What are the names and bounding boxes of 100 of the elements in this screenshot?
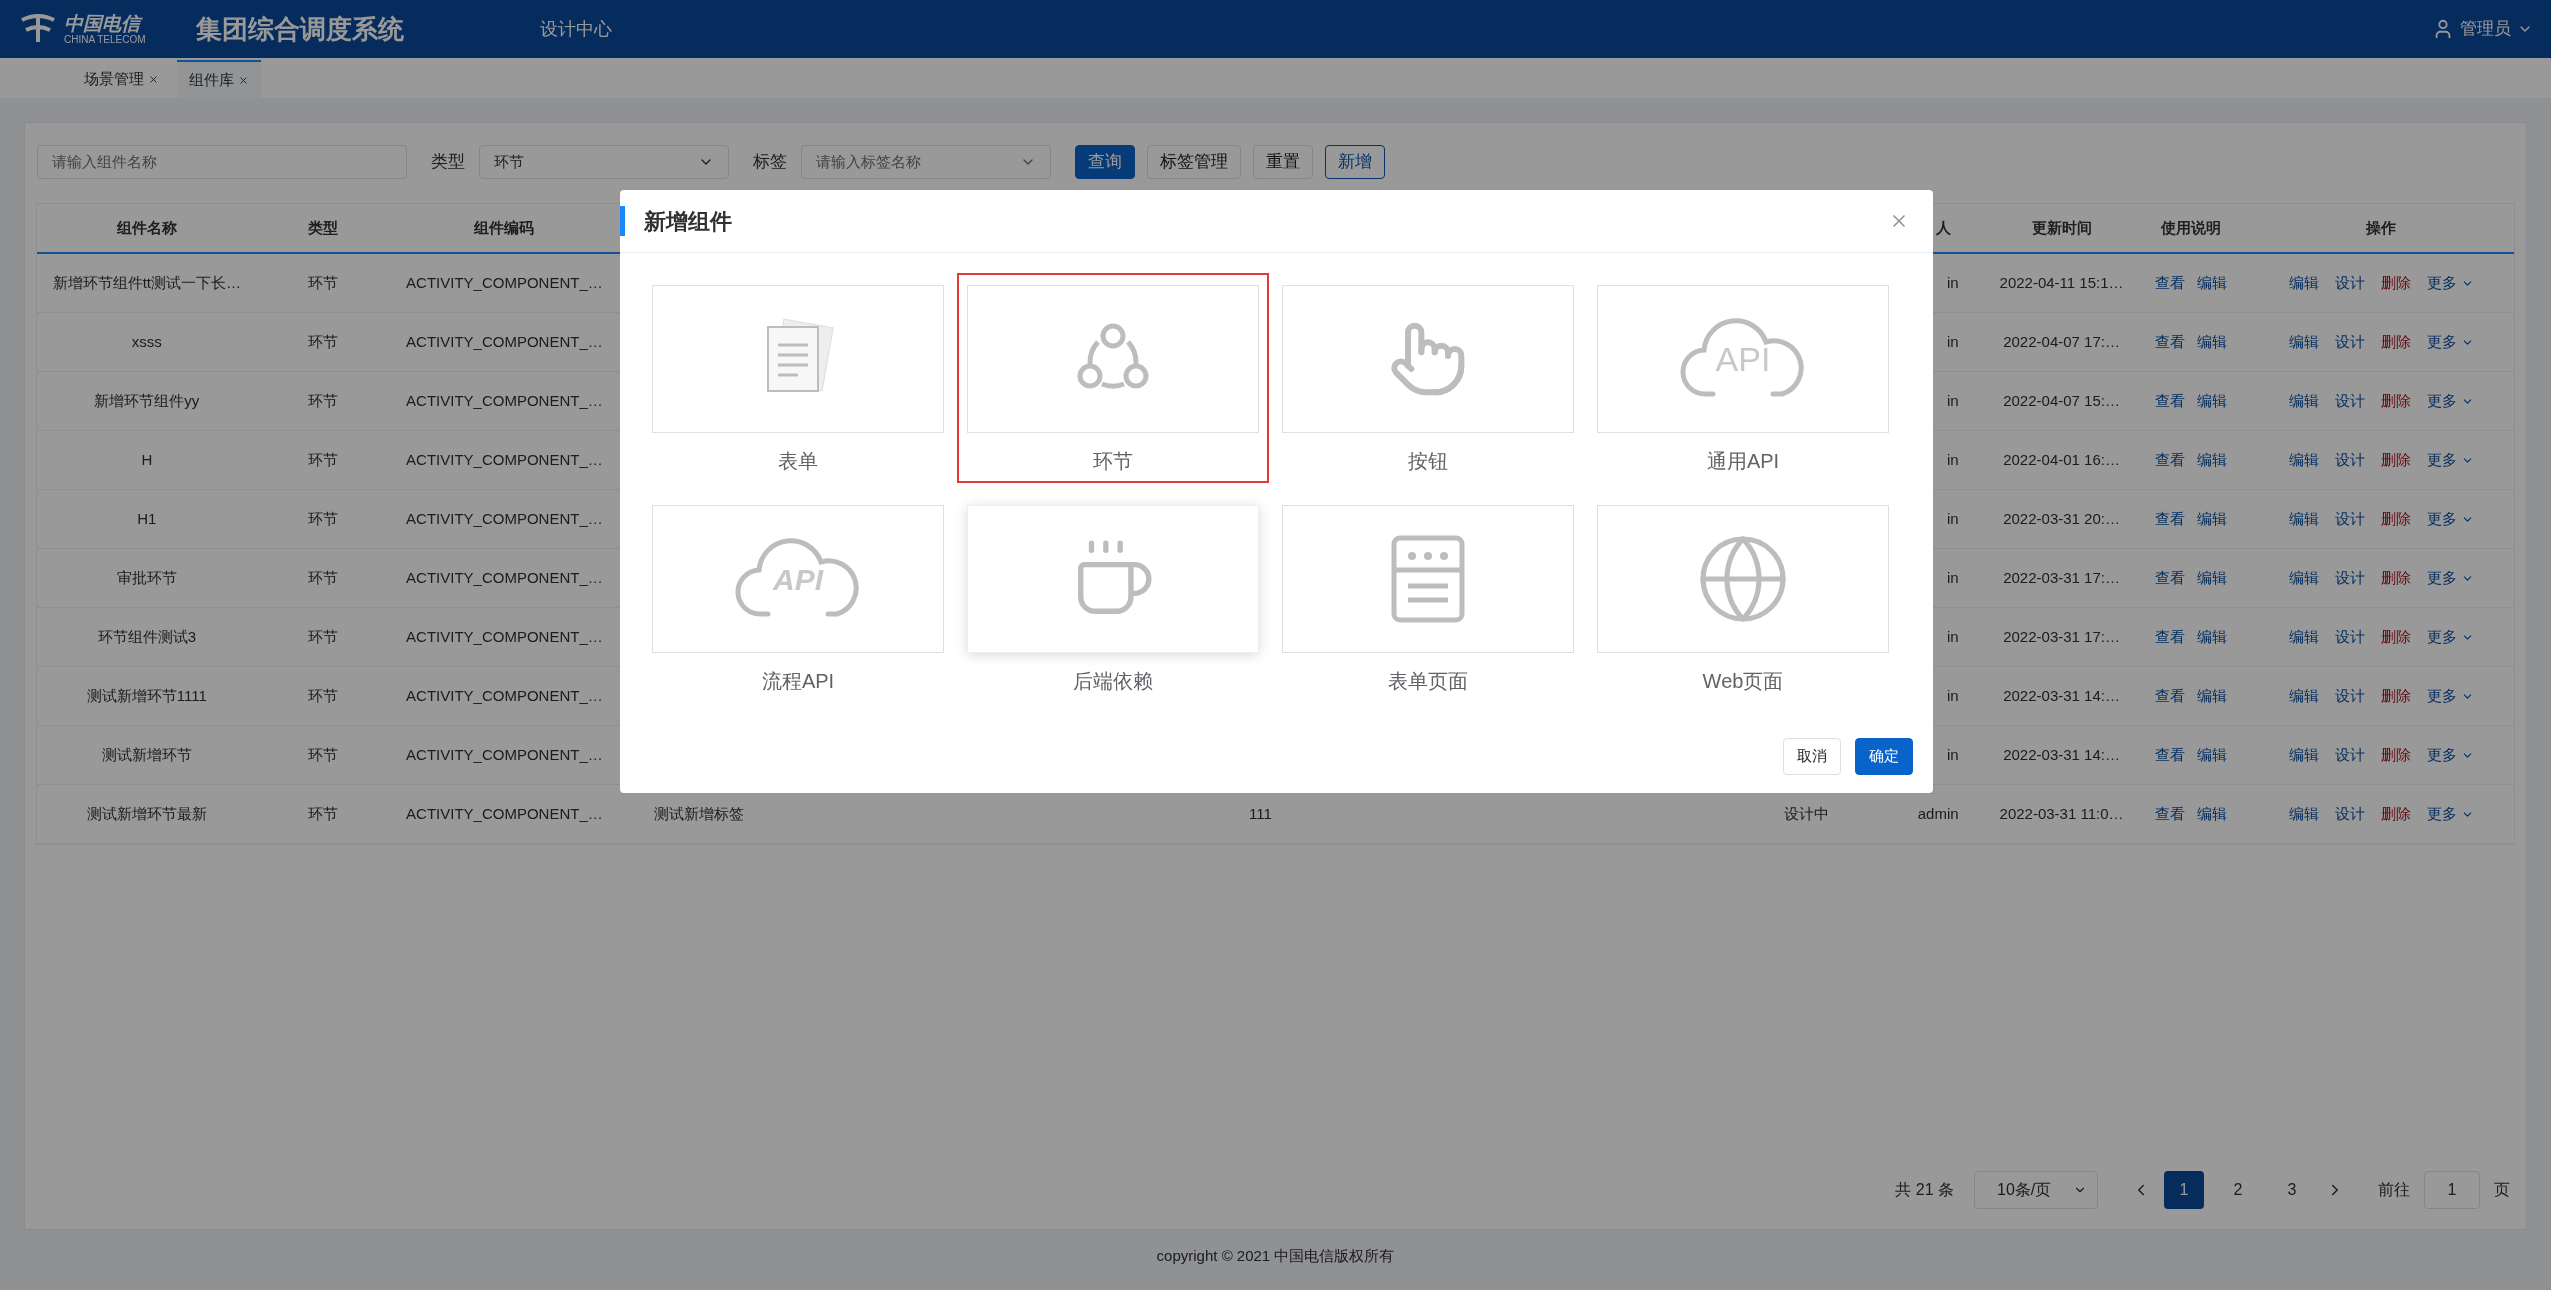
table-cell-text: 111 — [1249, 803, 1272, 824]
help-link[interactable]: 查看 — [2155, 389, 2186, 413]
help-link[interactable]: 查看 — [2155, 684, 2186, 708]
action-link[interactable]: 设计 — [2334, 389, 2365, 413]
table-cell-text: 环节 — [307, 508, 338, 529]
action-link[interactable]: 设计 — [2334, 743, 2365, 767]
filter-button[interactable]: 重置 — [1253, 145, 1313, 179]
component-type-option[interactable]: 后端依赖 — [957, 493, 1269, 703]
action-link[interactable]: 设计 — [2334, 684, 2365, 708]
action-link[interactable]: 编辑 — [2288, 389, 2319, 413]
table-cell-text: 环节 — [307, 449, 338, 470]
action-link[interactable]: 编辑 — [2288, 566, 2319, 590]
help-link[interactable]: 查看 — [2155, 743, 2186, 767]
help-link[interactable]: 查看 — [2155, 271, 2186, 295]
filter-button[interactable]: 标签管理 — [1147, 145, 1241, 179]
tag-select[interactable]: 请输入标签名称 — [801, 145, 1051, 179]
delete-link[interactable]: 删除 — [2380, 684, 2411, 708]
delete-link[interactable]: 删除 — [2380, 448, 2411, 472]
help-link[interactable]: 查看 — [2155, 802, 2186, 826]
help-link[interactable]: 查看 — [2155, 330, 2186, 354]
page-tab[interactable]: 场景管理 — [72, 60, 171, 98]
page-number[interactable]: 2 — [2218, 1171, 2258, 1209]
page-tab[interactable]: 组件库 — [177, 60, 261, 98]
more-link[interactable]: 更多 — [2426, 389, 2474, 413]
name-search-field[interactable]: 请输入组件名称 — [37, 145, 407, 179]
help-link[interactable]: 编辑 — [2197, 271, 2228, 295]
component-type-option[interactable]: 按钮 — [1272, 273, 1584, 483]
close-icon[interactable] — [148, 73, 159, 85]
close-icon[interactable] — [238, 74, 249, 86]
table-cell-text: 2022-03-31 20:… — [2003, 508, 2120, 529]
help-link[interactable]: 查看 — [2155, 625, 2186, 649]
component-type-option[interactable]: 环节 — [957, 273, 1269, 483]
help-link[interactable]: 编辑 — [2197, 389, 2228, 413]
action-link[interactable]: 编辑 — [2288, 448, 2319, 472]
column-header: 组件编码 — [473, 217, 536, 238]
action-link[interactable]: 设计 — [2334, 507, 2365, 531]
action-link[interactable]: 编辑 — [2288, 684, 2319, 708]
table-cell-text: ACTIVITY_COMPONENT_… — [406, 803, 603, 824]
action-link[interactable]: 编辑 — [2288, 330, 2319, 354]
delete-link[interactable]: 删除 — [2380, 507, 2411, 531]
more-link[interactable]: 更多 — [2426, 448, 2474, 472]
action-link[interactable]: 设计 — [2334, 271, 2365, 295]
help-link[interactable]: 编辑 — [2197, 625, 2228, 649]
table-cell-text: 新增环节组件tt测试一下长… — [52, 272, 242, 293]
action-link[interactable]: 设计 — [2334, 566, 2365, 590]
action-link[interactable]: 设计 — [2334, 330, 2365, 354]
more-link[interactable]: 更多 — [2426, 684, 2474, 708]
help-link[interactable]: 查看 — [2155, 448, 2186, 472]
table-cell-text: 2022-03-31 11:0… — [1999, 803, 2124, 824]
help-link[interactable]: 编辑 — [2197, 448, 2228, 472]
page-number[interactable]: 1 — [2164, 1171, 2204, 1209]
help-link[interactable]: 编辑 — [2197, 684, 2228, 708]
dialog-button[interactable]: 取消 — [1783, 738, 1841, 775]
more-link[interactable]: 更多 — [2426, 271, 2474, 295]
more-link[interactable]: 更多 — [2426, 743, 2474, 767]
help-link[interactable]: 查看 — [2155, 507, 2186, 531]
help-link[interactable]: 编辑 — [2197, 566, 2228, 590]
page-size-select[interactable]: 10条/页 — [1974, 1171, 2098, 1209]
action-link[interactable]: 设计 — [2334, 448, 2365, 472]
type-select[interactable]: 环节 — [479, 145, 729, 179]
action-link[interactable]: 编辑 — [2288, 802, 2319, 826]
delete-link[interactable]: 删除 — [2380, 389, 2411, 413]
more-link[interactable]: 更多 — [2426, 330, 2474, 354]
delete-link[interactable]: 删除 — [2380, 802, 2411, 826]
table-cell-text: 新增环节组件yy — [94, 390, 200, 411]
more-link[interactable]: 更多 — [2426, 625, 2474, 649]
help-link[interactable]: 编辑 — [2197, 507, 2228, 531]
table-cell-text: 测试新增标签 — [654, 803, 745, 824]
action-link[interactable]: 编辑 — [2288, 743, 2319, 767]
table-cell-text: 环节 — [307, 803, 338, 824]
delete-link[interactable]: 删除 — [2380, 743, 2411, 767]
column-header: 类型 — [306, 217, 339, 238]
table-cell-text: admin — [1917, 803, 1959, 824]
user-name[interactable]: 管理员 — [2460, 16, 2511, 42]
component-type-option[interactable]: Web页面 — [1587, 493, 1899, 703]
action-link[interactable]: 编辑 — [2288, 507, 2319, 531]
more-link[interactable]: 更多 — [2426, 566, 2474, 590]
delete-link[interactable]: 删除 — [2380, 330, 2411, 354]
delete-link[interactable]: 删除 — [2380, 566, 2411, 590]
delete-link[interactable]: 删除 — [2380, 271, 2411, 295]
dialog-button[interactable]: 确定 — [1855, 738, 1913, 775]
more-link[interactable]: 更多 — [2426, 507, 2474, 531]
delete-link[interactable]: 删除 — [2380, 625, 2411, 649]
more-link[interactable]: 更多 — [2426, 802, 2474, 826]
help-link[interactable]: 编辑 — [2197, 743, 2228, 767]
filter-button[interactable]: 新增 — [1325, 145, 1385, 179]
help-link[interactable]: 查看 — [2155, 566, 2186, 590]
component-type-option[interactable]: 表单 — [642, 273, 954, 483]
action-link[interactable]: 编辑 — [2288, 625, 2319, 649]
help-link[interactable]: 编辑 — [2197, 330, 2228, 354]
goto-page-field[interactable]: 1 — [2424, 1171, 2480, 1209]
action-link[interactable]: 编辑 — [2288, 271, 2319, 295]
component-type-option[interactable]: 表单页面 — [1272, 493, 1584, 703]
help-link[interactable]: 编辑 — [2197, 802, 2228, 826]
nav-link[interactable]: 设计中心 — [540, 15, 612, 43]
table-cell-text: 环节 — [307, 744, 338, 765]
action-link[interactable]: 设计 — [2334, 802, 2365, 826]
filter-button[interactable]: 查询 — [1075, 145, 1135, 179]
page-number[interactable]: 3 — [2272, 1171, 2312, 1209]
action-link[interactable]: 设计 — [2334, 625, 2365, 649]
